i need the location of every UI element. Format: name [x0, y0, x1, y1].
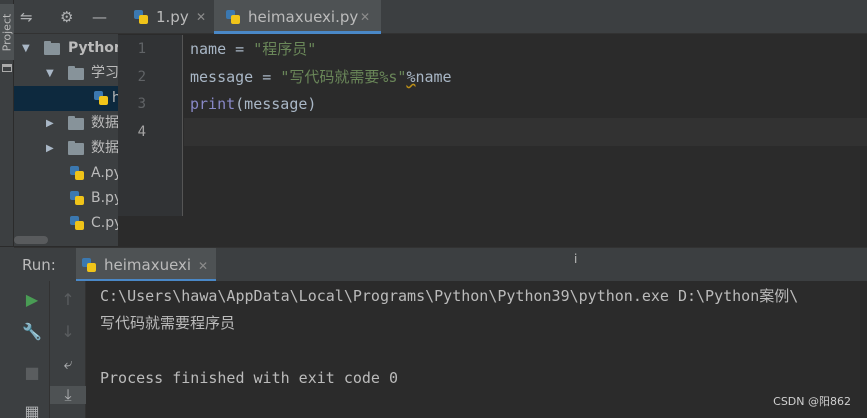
tree-item-label: B.py — [91, 190, 118, 206]
tree-item-label: C.py — [91, 215, 118, 231]
tree-item-label: 数据 — [91, 115, 118, 131]
soft-wrap-icon[interactable]: ⤶ — [50, 355, 86, 373]
project-tool-tab-label: Project — [0, 13, 14, 52]
tree-item-data-1[interactable]: ▶ 数据 — [14, 111, 118, 136]
chevron-right-icon[interactable]: ▶ — [46, 136, 54, 161]
python-file-icon — [82, 258, 96, 272]
tree-item-study[interactable]: ▼ 学习 — [14, 61, 118, 86]
console-line: C:\Users\hawa\AppData\Local\Programs\Pyt… — [100, 287, 799, 305]
tree-item-c-py[interactable]: C.py — [14, 211, 118, 236]
code-token-variable: message — [190, 68, 254, 86]
python-file-icon — [70, 216, 84, 230]
run-panel-header: Run: heimaxuexi ✕ i — [14, 247, 867, 282]
run-console[interactable]: C:\Users\hawa\AppData\Local\Programs\Pyt… — [86, 281, 867, 418]
tree-item-label: 学习 — [91, 65, 118, 81]
folder-icon — [68, 141, 84, 155]
python-file-icon — [226, 10, 240, 24]
chevron-down-icon[interactable]: ▼ — [22, 36, 30, 61]
run-toolbar-secondary: ↑ ↓ ⤶ ⤓ — [50, 281, 86, 418]
tree-item-b-py[interactable]: B.py — [14, 186, 118, 211]
layout-icon[interactable]: ▦ — [14, 403, 50, 418]
collapse-all-icon[interactable]: ⇋ — [20, 9, 33, 25]
python-file-icon — [94, 91, 108, 105]
tab-1-py[interactable]: 1.py ✕ — [118, 0, 214, 34]
tree-item-label: A.py — [91, 165, 118, 181]
tree-item-a-py[interactable]: A.py — [14, 161, 118, 186]
code-token-variable: name — [190, 40, 227, 58]
line-number: 4 — [137, 124, 146, 140]
console-line: Process finished with exit code 0 — [100, 369, 399, 387]
chevron-down-icon[interactable]: ▼ — [46, 61, 54, 86]
python-file-icon — [134, 10, 148, 24]
line-number: 1 — [137, 41, 146, 57]
stop-icon[interactable]: ■ — [14, 364, 50, 382]
left-tool-strip: Project — [0, 0, 14, 246]
code-token-string: "程序员" — [253, 40, 317, 58]
close-icon[interactable]: ✕ — [360, 0, 370, 34]
tab-heimaxuexi-py[interactable]: heimaxuexi.py ✕ — [214, 0, 381, 34]
watermark: CSDN @阳862 — [773, 395, 851, 408]
chevron-right-icon[interactable]: ▶ — [46, 111, 54, 136]
code-token-string: "写代码就需要%s" — [280, 68, 407, 86]
editor-tab-bar: 1.py ✕ heimaxuexi.py ✕ — [118, 0, 867, 34]
run-tab-label: heimaxuexi — [104, 256, 192, 274]
python-file-icon — [70, 191, 84, 205]
tree-item-data-2[interactable]: ▶ 数据 — [14, 136, 118, 161]
tree-item-python[interactable]: ▼ Python — [14, 36, 118, 61]
tab-label: heimaxuexi.py — [248, 8, 359, 26]
minimize-icon[interactable]: — — [92, 9, 107, 25]
code-editor[interactable]: name = "程序员" message = "写代码就需要%s"%name p… — [184, 35, 867, 216]
project-tool-tab[interactable]: Project — [0, 4, 14, 60]
left-bottom-tool-strip — [0, 247, 14, 418]
scroll-to-end-icon[interactable]: ⤓ — [50, 386, 86, 404]
console-line: 写代码就需要程序员 — [100, 314, 236, 332]
tree-item-label: Python — [68, 40, 118, 56]
close-icon[interactable]: ✕ — [198, 248, 208, 284]
current-line-highlight — [184, 118, 867, 146]
code-token-builtin: print — [190, 95, 236, 113]
line-number: 2 — [137, 69, 146, 85]
folder-icon — [68, 66, 84, 80]
code-token-operator: = — [226, 40, 254, 58]
line-number-gutter: 1 2 3 4 — [118, 35, 183, 216]
python-file-icon — [70, 166, 84, 180]
code-line-3: print(message) — [190, 90, 316, 118]
up-arrow-icon[interactable]: ↑ — [50, 291, 86, 309]
run-icon[interactable]: ▶ — [14, 291, 50, 309]
code-token-operator: = — [253, 68, 281, 86]
run-label: Run: — [22, 256, 56, 274]
wrench-icon[interactable]: 🔧 — [14, 323, 50, 341]
folder-icon — [44, 41, 60, 55]
run-tab-heimaxuexi[interactable]: heimaxuexi ✕ — [76, 248, 216, 282]
code-line-2: message = "写代码就需要%s"%name — [190, 63, 452, 91]
gear-icon[interactable]: ⚙ — [60, 9, 73, 25]
down-arrow-icon[interactable]: ↓ — [50, 323, 86, 341]
editor-bottom-area — [118, 216, 867, 246]
folder-icon — [2, 64, 12, 72]
tree-item-label: 数据 — [91, 140, 118, 156]
run-toolbar-primary: ▶ 🔧 ■ ▦ — [14, 281, 50, 418]
close-icon[interactable]: ✕ — [196, 0, 206, 34]
project-panel: ⇋ ⚙ — ▼ Python ▼ 学习 h ▶ 数据 ▶ 数据 A.py B.p… — [14, 0, 118, 246]
tree-item-heimaxuexi[interactable]: h — [14, 86, 118, 111]
folder-icon — [68, 116, 84, 130]
line-number: 3 — [137, 96, 146, 112]
project-toolbar: ⇋ ⚙ — — [14, 0, 118, 34]
project-horizontal-scrollbar[interactable] — [14, 236, 48, 244]
cursor-marker: i — [574, 252, 578, 266]
code-token-variable: name — [415, 68, 452, 86]
code-line-1: name = "程序员" — [190, 35, 316, 63]
code-token-args: (message) — [235, 95, 317, 113]
tab-label: 1.py — [156, 8, 189, 26]
